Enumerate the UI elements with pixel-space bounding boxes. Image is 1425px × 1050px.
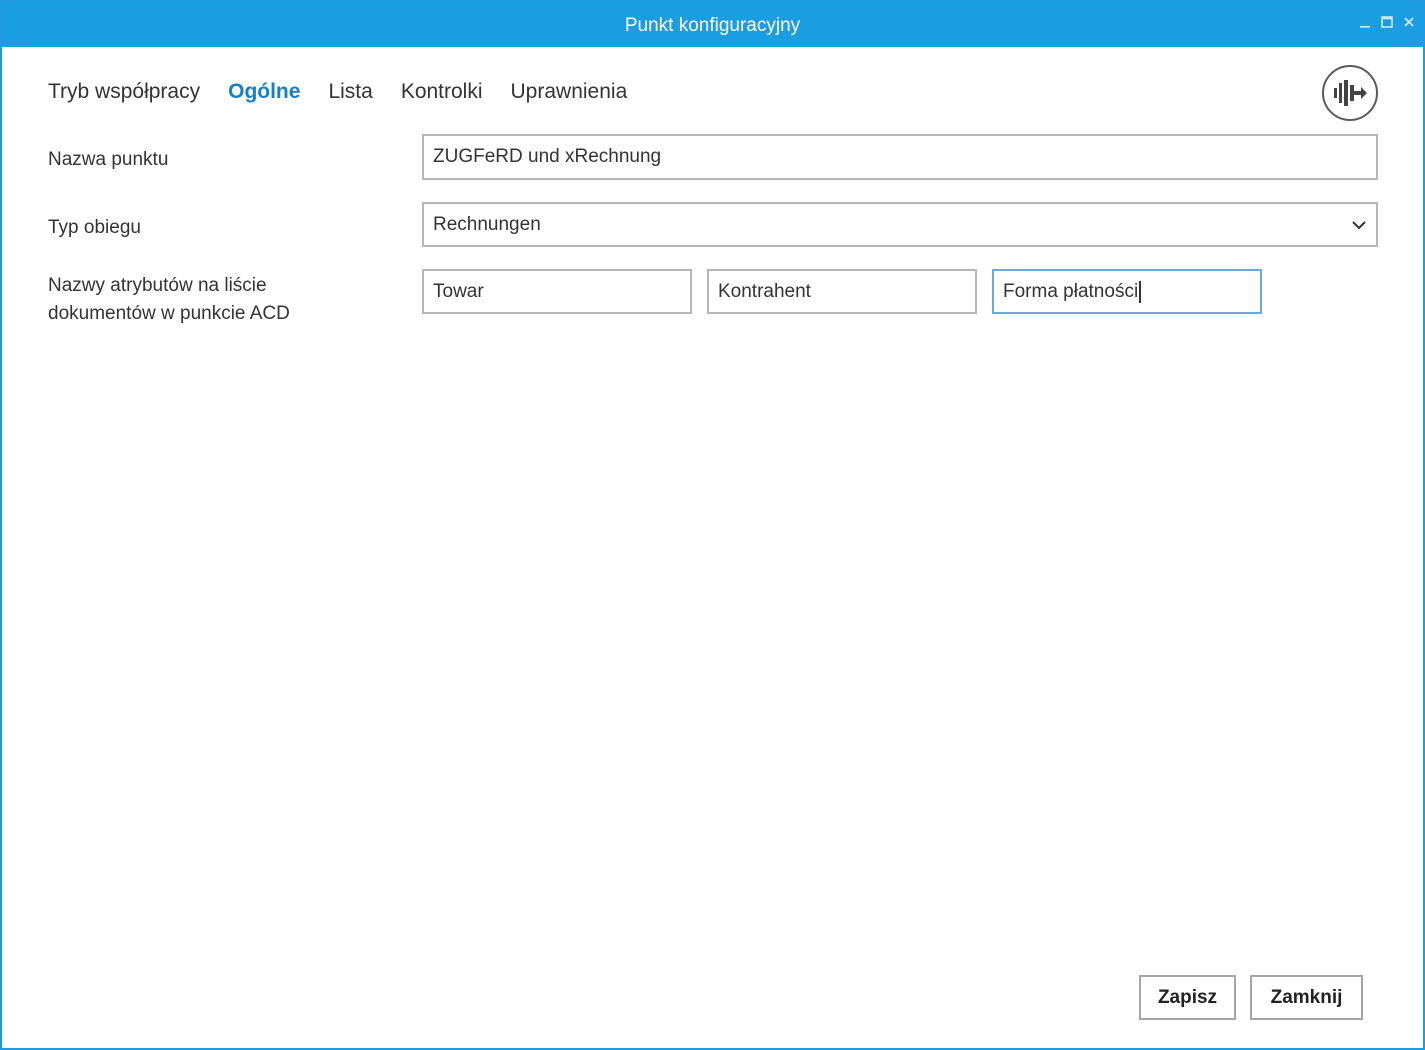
save-button[interactable]: Zapisz: [1139, 975, 1236, 1020]
attribute-name-input-1[interactable]: Towar: [422, 269, 692, 314]
attribute-name-value-2: Kontrahent: [718, 280, 811, 302]
title-bar: Punkt konfiguracyjny: [2, 2, 1423, 47]
config-window: Punkt konfiguracyjny Tryb współpracy Ogó…: [0, 0, 1425, 1050]
point-name-value: ZUGFeRD und xRechnung: [433, 146, 662, 167]
minimize-icon[interactable]: [1357, 14, 1373, 30]
flow-type-selected: Rechnungen: [433, 213, 541, 235]
point-name-label: Nazwa punktu: [48, 149, 169, 170]
flow-type-select[interactable]: Rechnungen: [422, 202, 1378, 247]
window-controls: [1357, 14, 1417, 30]
tab-collaboration-mode[interactable]: Tryb współpracy: [48, 80, 200, 104]
flow-type-label: Typ obiegu: [48, 217, 141, 238]
attribute-names-label-line2: dokumentów w punkcie ACD: [48, 303, 290, 324]
attribute-names-label: Nazwy atrybutów na liście dokumentów w p…: [48, 272, 290, 328]
tab-list[interactable]: Lista: [328, 80, 372, 104]
attribute-name-input-2[interactable]: Kontrahent: [707, 269, 977, 314]
chevron-down-icon: [1352, 214, 1366, 236]
close-button[interactable]: Zamknij: [1250, 975, 1363, 1020]
window-title: Punkt konfiguracyjny: [624, 15, 801, 36]
text-caret: [1139, 280, 1142, 303]
attribute-name-input-3[interactable]: Forma płatności: [992, 269, 1262, 314]
tab-controls[interactable]: Kontrolki: [401, 80, 483, 104]
point-name-input[interactable]: ZUGFeRD und xRechnung: [422, 134, 1378, 180]
attribute-names-label-line1: Nazwy atrybutów na liście: [48, 275, 267, 296]
tab-general[interactable]: Ogólne: [228, 80, 300, 104]
tab-bar: Tryb współpracy Ogólne Lista Kontrolki U…: [48, 80, 627, 104]
tiles-arrow-icon[interactable]: [1322, 65, 1378, 121]
attribute-name-value-3: Forma płatności: [1003, 280, 1139, 302]
attribute-name-value-1: Towar: [433, 280, 484, 302]
close-icon[interactable]: [1401, 14, 1417, 30]
maximize-icon[interactable]: [1379, 14, 1395, 30]
tab-permissions[interactable]: Uprawnienia: [511, 80, 628, 104]
